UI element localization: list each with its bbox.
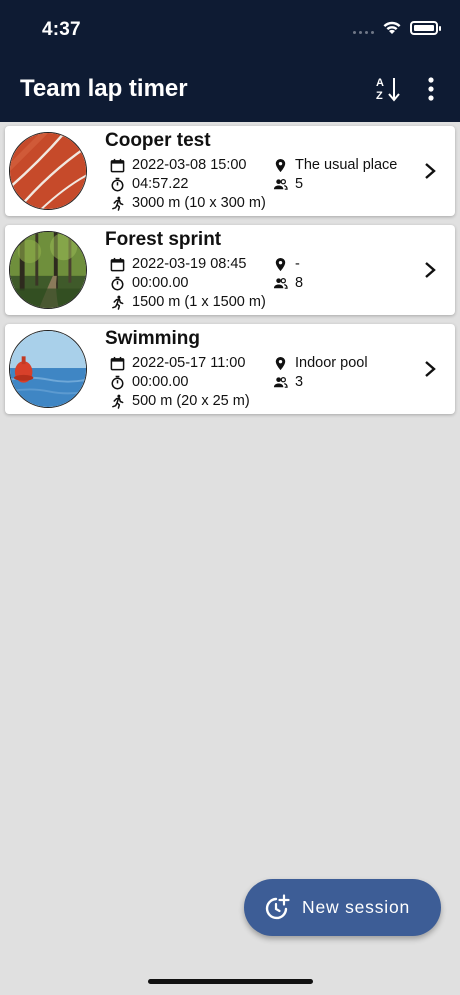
svg-text:A: A bbox=[376, 77, 384, 89]
session-card[interactable]: Forest sprint 2022-03-19 08:45 - 00:00.0… bbox=[5, 225, 455, 315]
session-datetime: 2022-05-17 11:00 bbox=[110, 355, 245, 371]
session-title: Cooper test bbox=[105, 130, 211, 151]
app-bar: 4:37 Team lap timer A Z bbox=[0, 0, 460, 122]
session-location: Indoor pool bbox=[273, 355, 368, 371]
session-datetime: 2022-03-08 15:00 bbox=[110, 157, 247, 173]
session-distance: 3000 m (10 x 300 m) bbox=[110, 195, 266, 211]
more-vert-icon[interactable] bbox=[420, 76, 442, 102]
chevron-right-icon[interactable] bbox=[423, 261, 437, 279]
signal-icon bbox=[353, 22, 374, 34]
session-image bbox=[9, 330, 87, 408]
home-indicator bbox=[148, 979, 313, 984]
session-distance: 1500 m (1 x 1500 m) bbox=[110, 294, 266, 310]
wifi-icon bbox=[383, 21, 401, 34]
people-icon bbox=[273, 277, 288, 289]
new-session-label: New session bbox=[302, 897, 411, 917]
people-icon bbox=[273, 178, 288, 190]
runner-icon bbox=[112, 394, 124, 409]
page-title: Team lap timer bbox=[20, 75, 188, 102]
svg-text:Z: Z bbox=[376, 90, 383, 102]
new-session-button[interactable]: New session bbox=[244, 879, 441, 936]
session-participants: 8 bbox=[273, 275, 303, 291]
session-title: Forest sprint bbox=[105, 229, 222, 250]
session-duration: 00:00.00 bbox=[110, 374, 188, 390]
session-distance: 500 m (20 x 25 m) bbox=[110, 393, 250, 409]
session-datetime: 2022-03-19 08:45 bbox=[110, 256, 247, 272]
session-duration: 00:00.00 bbox=[110, 275, 188, 291]
sort-alpha-icon[interactable]: A Z bbox=[374, 74, 404, 104]
session-participants: 5 bbox=[273, 176, 303, 192]
session-participants: 3 bbox=[273, 374, 303, 390]
location-pin-icon bbox=[275, 356, 286, 370]
runner-icon bbox=[112, 196, 124, 211]
calendar-icon bbox=[110, 356, 125, 370]
session-location: - bbox=[273, 256, 300, 272]
session-duration: 04:57.22 bbox=[110, 176, 188, 192]
runner-icon bbox=[112, 295, 124, 310]
calendar-icon bbox=[110, 257, 125, 271]
session-location: The usual place bbox=[273, 157, 397, 173]
status-time: 4:37 bbox=[42, 19, 81, 40]
people-icon bbox=[273, 376, 288, 388]
add-timer-icon bbox=[265, 893, 290, 919]
status-icons bbox=[353, 20, 441, 35]
session-list: Cooper test 2022-03-08 15:00 The usual p… bbox=[5, 126, 455, 423]
stopwatch-icon bbox=[111, 375, 124, 389]
calendar-icon bbox=[110, 158, 125, 172]
battery-icon bbox=[410, 20, 441, 35]
session-title: Swimming bbox=[105, 328, 201, 349]
session-card[interactable]: Swimming 2022-05-17 11:00 Indoor pool 00… bbox=[5, 324, 455, 414]
session-card[interactable]: Cooper test 2022-03-08 15:00 The usual p… bbox=[5, 126, 455, 216]
stopwatch-icon bbox=[111, 276, 124, 290]
location-pin-icon bbox=[275, 257, 286, 271]
chevron-right-icon[interactable] bbox=[423, 360, 437, 378]
location-pin-icon bbox=[275, 158, 286, 172]
session-image bbox=[9, 132, 87, 210]
session-image bbox=[9, 231, 87, 309]
stopwatch-icon bbox=[111, 177, 124, 191]
chevron-right-icon[interactable] bbox=[423, 162, 437, 180]
